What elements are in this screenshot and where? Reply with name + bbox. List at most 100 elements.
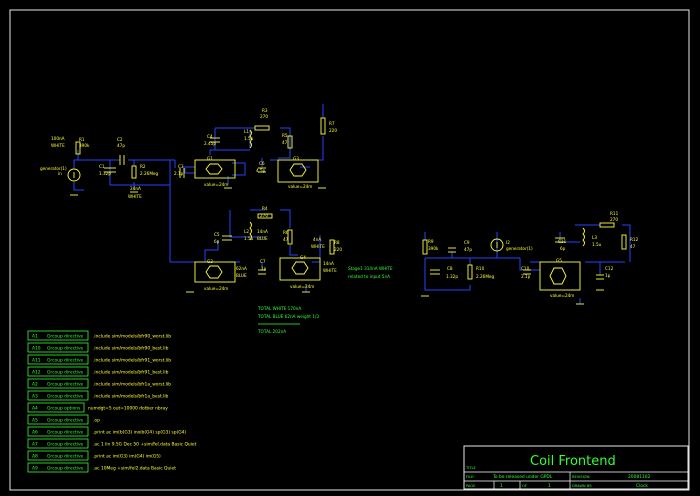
label-cur4: 4nA (313, 237, 321, 242)
directive-label: Grcoup directive (47, 394, 84, 400)
directive-text: .include sim/models/bfr91_worst.lib (93, 358, 171, 364)
label-c9-val: 47p (464, 247, 472, 252)
label-c11-val: 6p (560, 246, 566, 251)
label-c8-val: 1.32p (446, 274, 458, 279)
label-g2-type: BLUE (236, 273, 247, 278)
label-c11: C11 (558, 239, 567, 244)
label-r6-val: 47 (283, 237, 289, 242)
directive-a12[interactable]: A12 Grcoup directive .include sim/models… (27, 366, 169, 377)
label-cur14: 14nA (257, 229, 268, 234)
label-r5-val: 47 (282, 140, 288, 145)
directive-a3[interactable]: A3 Grcoup directive .include sim/models/… (27, 390, 169, 401)
drawn-by-value: Clock (636, 483, 648, 489)
directive-list: A1 Grcoup directive .include sim/models/… (27, 330, 197, 473)
directive-text: .print ac im(G3) im(G4) im(G5) (93, 454, 161, 460)
label-r9-val: 390k (428, 246, 439, 251)
label-r3: R3 (262, 108, 268, 113)
label-c8: C8 (447, 266, 453, 271)
directive-text: .op (93, 419, 100, 424)
label-c3: C3 (178, 164, 184, 169)
directive-name: A3 (32, 394, 38, 400)
of-value: 1 (548, 483, 551, 489)
label-l2-val: 1.5u (244, 236, 254, 241)
directive-text: .ac 1 lin 9.5G Dec 50 +sim/fel.data Basi… (93, 442, 197, 448)
directive-a10[interactable]: A10 Grcoup directive .include sim/models… (27, 342, 169, 353)
label-r3-val: 270 (260, 114, 268, 119)
label-r9: R9 (428, 239, 434, 244)
label-c1-val: 1.32p (99, 171, 111, 176)
label-r4-val: 270 (260, 213, 268, 218)
revision-label: REVISION: (572, 475, 590, 479)
label-g4-type: WHITE (323, 268, 337, 273)
label-r5: R5 (282, 133, 288, 138)
directive-label: Grcoup directive (47, 370, 84, 376)
label-r12: R12 (630, 237, 639, 242)
directive-label: Grcoup directive (47, 418, 84, 424)
file-label: FILE: (466, 475, 475, 479)
directive-name: A4 (32, 406, 38, 412)
label-i2-val: generator(1) (506, 246, 533, 251)
label-r6: R6 (283, 230, 289, 235)
label-r2-val: 2.26Meg (140, 171, 159, 176)
directive-a7[interactable]: A7 Grcoup directive .ac 1 lin 9.5G Dec 5… (27, 438, 197, 449)
directive-name: A1 (32, 334, 38, 340)
directive-text: .ac 10Meg +sim/fel2.data Basic Quiet (93, 466, 176, 472)
directive-label: Grcoup options (47, 406, 81, 412)
title-block: TITLE Coil Frontend FILE: To be released… (463, 445, 689, 490)
label-c5: C5 (214, 232, 220, 237)
label-g1: G1 (207, 156, 213, 161)
directive-a11[interactable]: A11 Grcoup directive .include sim/models… (27, 354, 171, 365)
label-c9: C9 (464, 240, 470, 245)
label-r10: R10 (476, 266, 485, 271)
directive-a9[interactable]: A9 Grcoup directive .ac 10Meg +sim/fel2.… (27, 462, 176, 473)
label-src1-type: WHITE (51, 143, 65, 148)
directive-name: A6 (32, 430, 38, 436)
directive-label: Grcoup directive (47, 430, 84, 436)
label-c7-val: 1p (261, 266, 267, 271)
label-g4-val: value=24m (290, 284, 314, 289)
label-g2: G2 (207, 259, 213, 264)
label-c2-val: 47p (117, 143, 125, 148)
page-value: 1 (500, 483, 503, 489)
directive-name: A2 (32, 382, 38, 388)
schematic-sheet[interactable]: 100nA WHITE R1 390k C2 47p C1 1.32p R2 2… (0, 0, 700, 496)
label-r1-val: 390k (79, 143, 90, 148)
label-gen1: generator(1) (40, 166, 67, 171)
label-g3: G3 (293, 156, 299, 161)
label-r8-val: 220 (334, 247, 342, 252)
label-r7: R7 (329, 121, 335, 126)
directive-a8[interactable]: A8 Grcoup directive .print ac im(G3) im(… (27, 450, 161, 461)
label-c5-val: 6p (214, 239, 220, 244)
directive-text: .include sim/models/bfr91_best.lib (93, 370, 169, 376)
label-r1: R1 (79, 137, 85, 142)
label-g2-cur: 62nA (236, 266, 247, 271)
label-total-white: TOTAL WHITE 170nA (257, 306, 301, 311)
label-c4-val: 2.45p (204, 141, 216, 146)
directive-a5[interactable]: A5 Grcoup directive .op (27, 414, 100, 425)
directive-a1[interactable]: A1 Grcoup directive .include sim/models/… (27, 330, 171, 341)
directive-label: Grcoup directive (47, 358, 84, 364)
label-blue14: BLUE (257, 236, 268, 241)
directive-name: A9 (32, 466, 38, 472)
directive-text: .include sim/models/bfr1a_worst.lib (93, 382, 171, 388)
label-gen1-pin: in (58, 171, 62, 176)
directive-name: A12 (32, 370, 41, 376)
label-c1: C1 (99, 164, 105, 169)
directive-a6[interactable]: A6 Grcoup directive .print ac im(b(G3) i… (27, 426, 186, 437)
label-r7-val: 220 (329, 128, 337, 133)
label-white24: WHITE (128, 194, 142, 199)
directive-label: Grcoup directive (47, 346, 84, 352)
stage1-circuit[interactable] (67, 104, 335, 293)
label-total-blue: TOTAL BLUE 62nA weight 1/3 (257, 314, 319, 319)
stage2-circuit[interactable] (421, 222, 631, 305)
label-r2: R2 (140, 164, 146, 169)
directive-label: Grcoup directive (47, 466, 84, 472)
directive-a4[interactable]: A4 Grcoup options numdgt=5 out=10000 dot… (27, 402, 168, 413)
label-g2-val: value=24m (204, 286, 228, 291)
label-i2: I2 (506, 240, 510, 245)
directive-text: .include sim/models/bfr90_best.lib (93, 346, 169, 352)
label-r11-val: 270 (610, 217, 618, 222)
label-g3-val: value=24m (288, 184, 312, 189)
directive-name: A7 (32, 442, 38, 448)
directive-a2[interactable]: A2 Grcoup directive .include sim/models/… (27, 378, 171, 389)
